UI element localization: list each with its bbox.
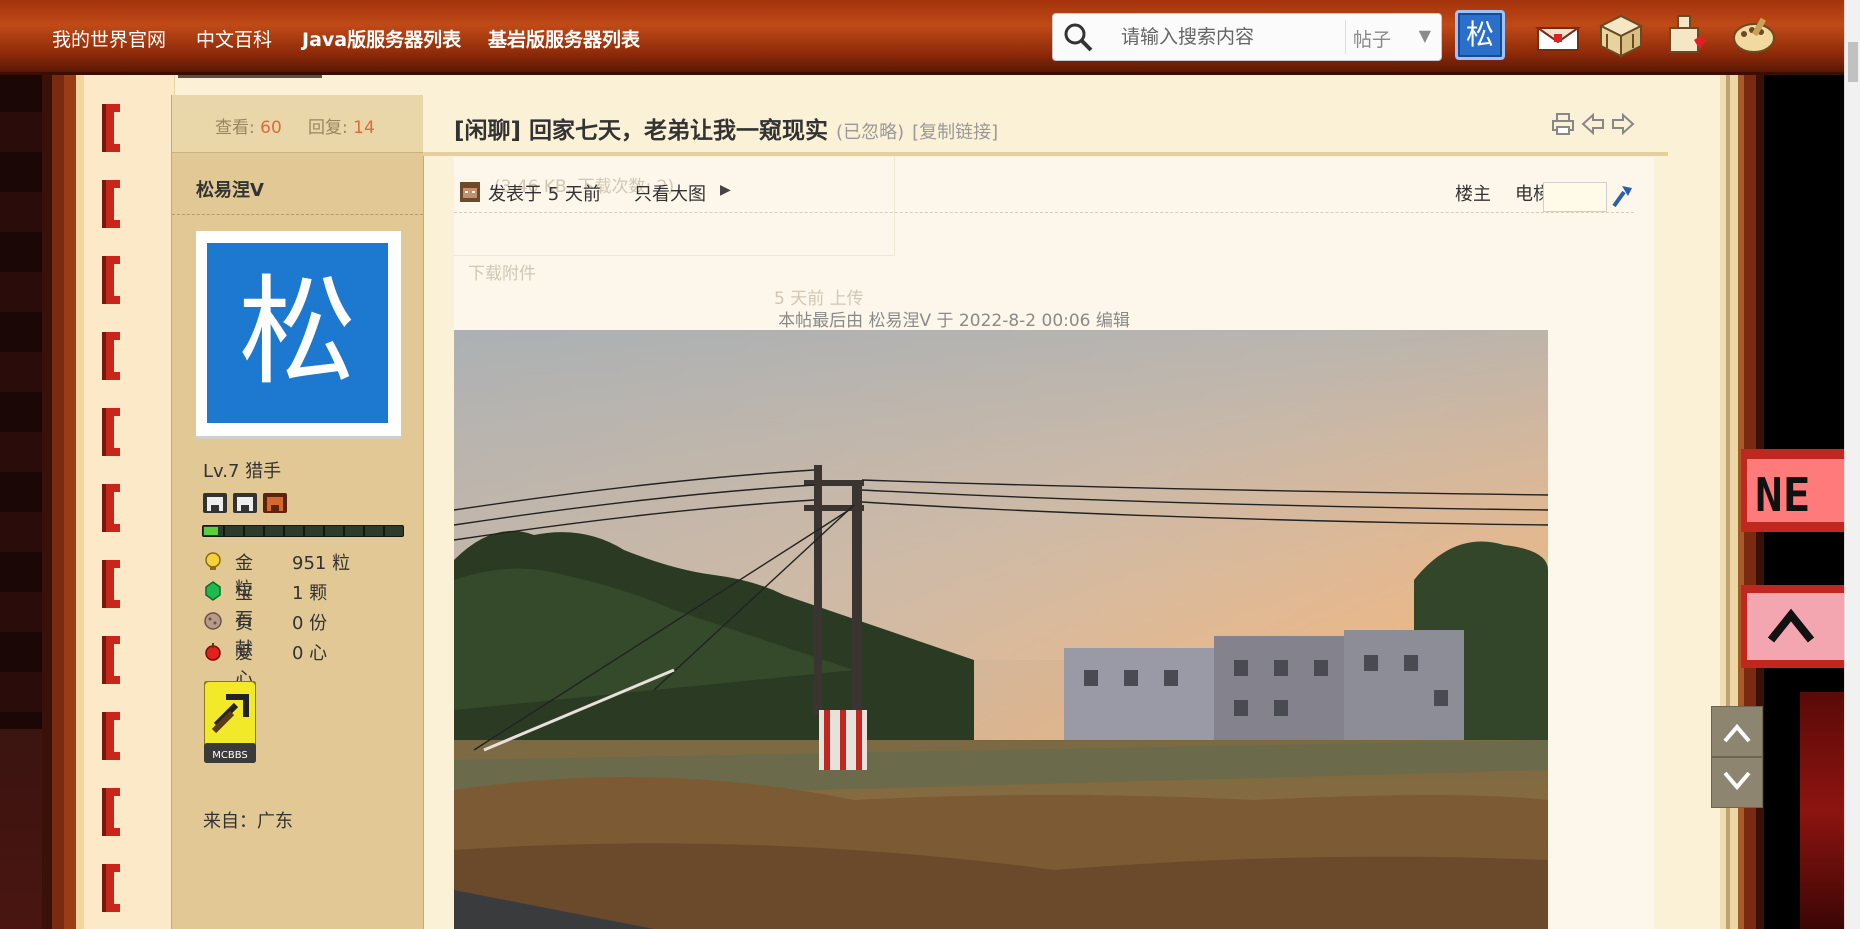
post-photo[interactable] [454,330,1548,929]
chevron-down-icon: ▼ [1418,26,1431,45]
mcbbs-medal-icon[interactable]: MCBBS [204,681,256,763]
print-icon[interactable] [1551,112,1575,136]
left-frame-border [42,72,84,929]
thread-stats: 查看: 60 回复: 14 [172,95,423,153]
left-rail [84,72,175,929]
decorative-fence [102,104,120,912]
faint-download: 下载附件 [468,264,536,284]
nav-link-java-servers[interactable]: Java版服务器列表 [302,25,461,52]
scroll-down-icon[interactable] [1722,769,1752,793]
search-divider [1345,20,1346,54]
top-nav-bar: 我的世界官网 中文百科 Java版服务器列表 基岩版服务器列表 帖子 ▼ 松 [0,0,1860,75]
only-big-image-link[interactable]: 只看大图 [634,180,706,206]
stat-value: 1 颗 [292,583,328,604]
replies-stat: 回复: 14 [308,113,375,138]
search-box: 帖子 ▼ [1052,13,1442,61]
post-meta: 发表于 5 天前 只看大图 ▶ 楼主 电梯直达 [454,177,1636,212]
next-thread-icon[interactable] [1611,112,1635,136]
author-level[interactable]: Lv.7 猎手 [203,457,281,483]
nav-link-bedrock-servers[interactable]: 基岩版服务器列表 [488,25,640,52]
search-type-label: 帖子 [1353,29,1392,51]
experience-bar [202,525,404,537]
side-banner-pink[interactable] [1741,585,1844,668]
potion-icon[interactable] [1664,12,1712,60]
post-body: (3.46 KB, 下载次数: 2) 下载附件 5 天前 上传 发表于 5 天前… [454,157,1654,929]
gold-nugget-icon [205,552,221,570]
previous-thread-icon[interactable] [1581,112,1605,136]
nav-link-official[interactable]: 我的世界官网 [52,25,166,52]
crafting-table-icon[interactable] [1597,12,1645,60]
search-icon[interactable] [1063,22,1093,52]
thread-title-text: [闲聊] 回家七天，老弟让我一窥现实 [454,118,829,144]
scroll-up-icon[interactable] [1722,721,1752,745]
jump-icon[interactable] [1610,182,1636,208]
views-stat: 查看: 60 [215,113,282,138]
search-type-select[interactable]: 帖子 ▼ [1353,25,1437,51]
stat-value: 0 份 [292,613,328,634]
contribution-icon [204,612,222,630]
experience-fill [204,527,218,535]
elevator-input[interactable] [1543,182,1607,212]
thread-title-bar: [闲聊] 回家七天，老弟让我一窥现实 (已忽略) [复制链接] [423,95,1668,156]
views-label: 查看: [215,118,255,138]
author-name[interactable]: 松易涅V [196,176,264,202]
emerald-icon [205,581,221,601]
author-mini-avatar[interactable] [460,182,480,202]
user-avatar-button[interactable]: 松 [1455,10,1505,60]
author-location: 来自：广东 [203,811,293,832]
stat-value: 951 粒 [292,553,351,574]
avatar[interactable]: 松 [196,231,401,439]
helmet-icons [203,493,287,513]
floor-owner-label: 楼主 [1455,184,1491,205]
search-input[interactable] [1119,22,1383,52]
edit-note: 本帖最后由 松易涅V 于 2022-8-2 00:06 编辑 [778,311,1130,331]
page-scrollbar[interactable] [1844,0,1860,929]
ignored-label: (已忽略) [836,122,905,143]
scroll-to-buttons [1711,706,1763,808]
scroll-divider [1712,756,1762,758]
stat-value: 0 心 [292,643,328,664]
notification-icon[interactable] [1534,12,1582,60]
apple-icon [205,643,221,661]
side-banner-text: NE [1755,468,1810,522]
avatar-char: 松 [207,243,388,423]
author-divider [172,214,423,215]
scrollbar-thumb[interactable] [1848,42,1858,82]
copy-link[interactable]: [复制链接] [912,122,998,143]
replies-label: 回复: [308,118,348,138]
post-area: [闲聊] 回家七天，老弟让我一窥现实 (已忽略) [复制链接] (3.46 KB… [423,95,1668,929]
side-banner-new[interactable]: NE [1741,449,1844,532]
medal-label: MCBBS [212,750,248,761]
replies-count: 14 [353,118,375,138]
meta-divider [454,212,1634,213]
thread-title: [闲聊] 回家七天，老弟让我一窥现实 (已忽略) [复制链接] [454,111,998,145]
nav-link-wiki[interactable]: 中文百科 [196,25,272,52]
palette-icon[interactable] [1730,12,1778,60]
views-count: 60 [260,118,282,138]
right-red-glow [1800,692,1844,929]
play-icon[interactable]: ▶ [720,182,731,198]
posted-time: 发表于 5 天前 [488,184,601,205]
author-panel: 查看: 60 回复: 14 松易涅V 松 Lv.7 猎手 金粒 951 粒 宝石… [171,95,424,929]
